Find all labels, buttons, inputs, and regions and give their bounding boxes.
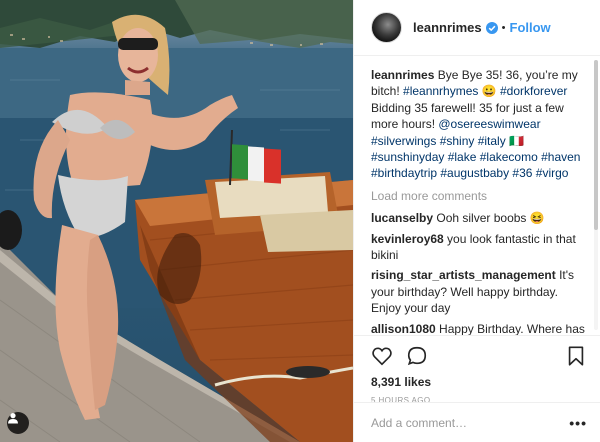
caption-emoji: 😀 — [478, 84, 500, 99]
verified-badge-icon — [485, 21, 498, 34]
comment-input[interactable] — [371, 415, 570, 430]
post-side-panel: leannrimes • Follow leannrimes Bye Bye 3… — [353, 0, 600, 442]
caption: leannrimes Bye Bye 35! 36, you’re my bit… — [371, 67, 587, 182]
post-photo[interactable] — [0, 0, 353, 442]
comment-username[interactable]: kevinleroy68 — [371, 232, 444, 246]
heart-icon[interactable] — [371, 345, 393, 367]
action-icons — [371, 344, 587, 368]
mention-link[interactable]: @osereeswimwear — [438, 117, 540, 131]
add-comment-bar: ••• — [354, 402, 600, 442]
likes-count[interactable]: 8,391 likes — [371, 375, 587, 389]
comments-scrollbar[interactable] — [594, 60, 598, 330]
more-options-button[interactable]: ••• — [569, 415, 587, 431]
post-header: leannrimes • Follow — [354, 0, 600, 56]
list-item: rising_star_artists_management It's your… — [371, 267, 587, 316]
hashtag-links[interactable]: #sunshinyday #lake #lakecomo #haven #bir… — [371, 150, 580, 180]
comment-text: Ooh silver boobs 😆 — [433, 211, 545, 226]
list-item: kevinleroy68 you look fantastic in that … — [371, 231, 587, 264]
separator-dot: • — [501, 21, 506, 34]
comment-username[interactable]: lucanselby — [371, 211, 433, 225]
comment-username[interactable]: allison1080 — [371, 322, 436, 335]
list-item: allison1080 Happy Birthday. Where has th… — [371, 321, 587, 335]
scrollbar-thumb[interactable] — [594, 60, 598, 230]
flag-emoji: 🇮🇹 — [505, 133, 525, 148]
photo-scene — [0, 0, 353, 442]
bookmark-icon[interactable] — [565, 345, 587, 367]
comment-bubble-icon[interactable] — [406, 345, 428, 367]
hashtag-links[interactable]: #silverwings #shiny #italy — [371, 134, 506, 148]
load-more-comments-link[interactable]: Load more comments — [371, 188, 587, 204]
caption-username[interactable]: leannrimes — [371, 68, 434, 82]
tagged-people-button[interactable] — [7, 412, 29, 434]
avatar[interactable] — [371, 12, 402, 43]
hashtag-link[interactable]: #leannrhymes — [403, 84, 478, 98]
follow-button[interactable]: Follow — [510, 20, 551, 35]
header-username[interactable]: leannrimes — [413, 20, 482, 35]
comments-list[interactable]: leannrimes Bye Bye 35! 36, you’re my bit… — [354, 57, 600, 335]
list-item: lucanselby Ooh silver boobs 😆 — [371, 210, 587, 226]
hashtag-link[interactable]: #dorkforever — [500, 84, 567, 98]
post-actions: 8,391 likes 5 HOURS AGO — [354, 335, 600, 405]
comment-username[interactable]: rising_star_artists_management — [371, 268, 556, 282]
person-icon — [8, 413, 18, 424]
